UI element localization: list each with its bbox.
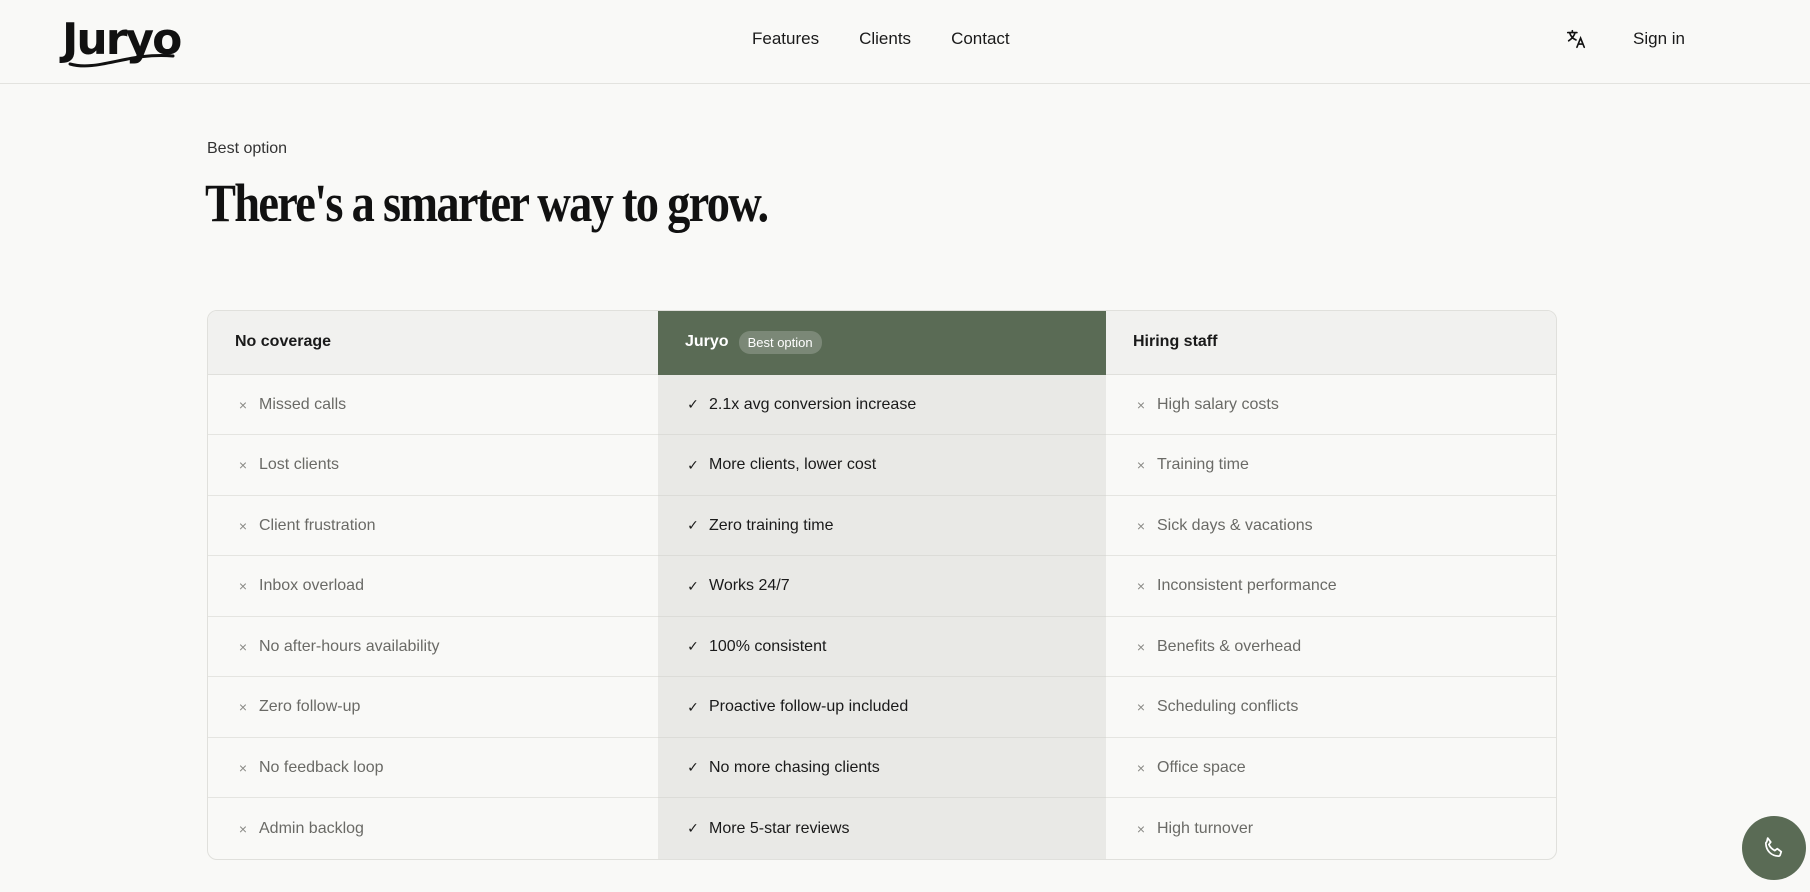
- nav-link-contact[interactable]: Contact: [951, 29, 1010, 49]
- row-label: More clients, lower cost: [709, 456, 877, 474]
- close-icon: ×: [238, 820, 248, 837]
- row-label: No more chasing clients: [709, 758, 880, 776]
- row-label: No feedback loop: [259, 758, 384, 776]
- row-label: 100% consistent: [709, 637, 827, 655]
- table-row: × Missed calls: [208, 375, 658, 436]
- row-label: High turnover: [1157, 819, 1254, 837]
- comparison-table: No coverage × Missed calls × Lost clients …: [207, 310, 1557, 860]
- row-label: Zero training time: [709, 516, 834, 534]
- row-label: Inbox overload: [259, 577, 364, 595]
- table-row: ✓ 100% consistent: [658, 617, 1106, 678]
- table-row: × Zero follow-up: [208, 677, 658, 738]
- close-icon: ×: [238, 638, 248, 655]
- check-icon: ✓: [687, 396, 699, 413]
- table-row: ✓ More clients, lower cost: [658, 435, 1106, 496]
- close-icon: ×: [238, 759, 248, 776]
- sign-in-link[interactable]: Sign in: [1633, 29, 1685, 49]
- column-juryo: Juryo Best option ✓ 2.1x avg conversion in…: [658, 311, 1106, 859]
- check-icon: ✓: [687, 820, 699, 837]
- close-icon: ×: [238, 578, 248, 595]
- table-row: ✓ Works 24/7: [658, 556, 1106, 617]
- table-row: × Client frustration: [208, 496, 658, 557]
- page-title: There's a smarter way to grow.: [205, 173, 769, 233]
- row-label: Benefits & overhead: [1157, 637, 1302, 655]
- close-icon: ×: [1136, 457, 1146, 474]
- nav-link-clients[interactable]: Clients: [859, 29, 911, 49]
- table-row: × Training time: [1106, 435, 1556, 496]
- table-row: × No after-hours availability: [208, 617, 658, 678]
- table-row: ✓ More 5-star reviews: [658, 798, 1106, 859]
- table-row: ✓ 2.1x avg conversion increase: [658, 375, 1106, 436]
- phone-icon: [1764, 837, 1783, 858]
- nav-link-features[interactable]: Features: [752, 29, 819, 49]
- row-label: 2.1x avg conversion increase: [709, 395, 917, 413]
- close-icon: ×: [1136, 638, 1146, 655]
- table-row: × Admin backlog: [208, 798, 658, 859]
- column-no-coverage: No coverage × Missed calls × Lost clients …: [208, 311, 658, 859]
- row-label: Admin backlog: [259, 819, 364, 837]
- close-icon: ×: [1136, 820, 1146, 837]
- table-row: ✓ Proactive follow-up included: [658, 677, 1106, 738]
- row-label: Office space: [1157, 758, 1246, 776]
- check-icon: ✓: [687, 698, 699, 715]
- row-label: High salary costs: [1157, 395, 1279, 413]
- row-label: Client frustration: [259, 516, 376, 534]
- close-icon: ×: [238, 517, 248, 534]
- close-icon: ×: [238, 396, 248, 413]
- check-icon: ✓: [687, 577, 699, 594]
- check-icon: ✓: [687, 759, 699, 776]
- section-eyebrow: Best option: [207, 140, 288, 157]
- row-label: More 5-star reviews: [709, 819, 850, 837]
- close-icon: ×: [238, 457, 248, 474]
- row-label: Works 24/7: [709, 577, 790, 595]
- check-icon: ✓: [687, 456, 699, 473]
- row-label: Training time: [1157, 456, 1249, 474]
- row-label: No after-hours availability: [259, 637, 440, 655]
- column-hiring-staff: Hiring staff × High salary costs × Trainin…: [1106, 311, 1556, 859]
- table-row: × High turnover: [1106, 798, 1556, 859]
- top-nav: Juryo Features Clients Contact Sign in: [0, 0, 1810, 84]
- close-icon: ×: [238, 699, 248, 716]
- logo-swoosh-icon: [68, 53, 175, 68]
- row-label: Missed calls: [259, 395, 347, 413]
- table-row: × Sick days & vacations: [1106, 496, 1556, 557]
- column-header: No coverage: [208, 311, 658, 375]
- table-row: × Office space: [1106, 738, 1556, 799]
- row-label: Lost clients: [259, 456, 340, 474]
- close-icon: ×: [1136, 699, 1146, 716]
- nav-links: Features Clients Contact: [752, 29, 1010, 49]
- column-header: Hiring staff: [1106, 311, 1556, 375]
- close-icon: ×: [1136, 517, 1146, 534]
- best-option-badge: Best option: [738, 330, 822, 354]
- row-label: Inconsistent performance: [1157, 577, 1337, 595]
- table-row: ✓ Zero training time: [658, 496, 1106, 557]
- table-row: × Inconsistent performance: [1106, 556, 1556, 617]
- table-row: ✓ No more chasing clients: [658, 738, 1106, 799]
- check-icon: ✓: [687, 517, 699, 534]
- table-row: × Lost clients: [208, 435, 658, 496]
- row-label: Sick days & vacations: [1157, 516, 1313, 534]
- close-icon: ×: [1136, 396, 1146, 413]
- column-title: Juryo: [685, 333, 729, 351]
- close-icon: ×: [1136, 759, 1146, 776]
- column-title: No coverage: [235, 333, 332, 351]
- check-icon: ✓: [687, 638, 699, 655]
- table-row: × No feedback loop: [208, 738, 658, 799]
- row-label: Scheduling conflicts: [1157, 698, 1299, 716]
- close-icon: ×: [1136, 578, 1146, 595]
- translate-icon[interactable]: [1565, 28, 1587, 50]
- table-row: × High salary costs: [1106, 375, 1556, 436]
- column-title: Hiring staff: [1133, 333, 1218, 351]
- table-row: × Inbox overload: [208, 556, 658, 617]
- table-row: × Benefits & overhead: [1106, 617, 1556, 678]
- table-row: × Scheduling conflicts: [1106, 677, 1556, 738]
- row-label: Proactive follow-up included: [709, 698, 909, 716]
- row-label: Zero follow-up: [259, 698, 361, 716]
- column-header: Juryo Best option: [658, 311, 1106, 375]
- call-button[interactable]: [1742, 816, 1806, 880]
